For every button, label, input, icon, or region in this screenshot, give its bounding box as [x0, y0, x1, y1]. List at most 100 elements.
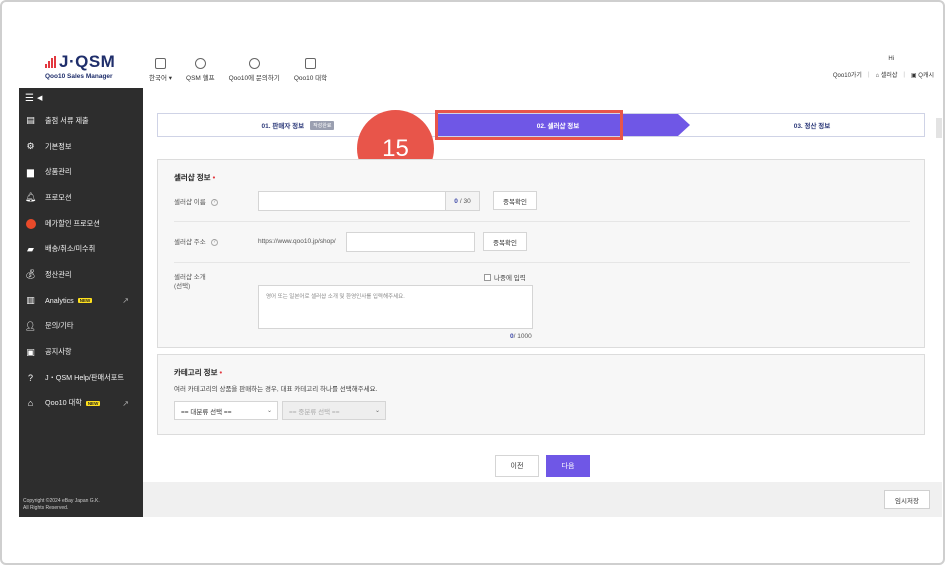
shop-address-dup-check-button[interactable]: 중복확인	[483, 232, 527, 251]
university-label: Qoo10 대학	[293, 75, 328, 82]
sidebar-item-university[interactable]: ⌂ Qoo10 대학 NEW ↗	[19, 391, 143, 417]
copyright-line: All Rights Reserved.	[23, 504, 69, 511]
document-icon: ▤	[26, 115, 35, 126]
shop-name-input[interactable]	[258, 191, 446, 211]
sidebar: ☰ ◀ ▤ 출점 서류 제출 ⚙ 기본정보 ▆ 상품관리 🔔︎ 프로모션 메가할인 프로모…	[19, 88, 143, 517]
sidebar-item-shipping[interactable]: ▰ 배송/취소/미수취	[19, 236, 143, 262]
required-mark: •	[212, 173, 216, 182]
logo-name: J·QSM	[59, 52, 116, 71]
checkbox-box	[484, 273, 491, 281]
logo-wordmark: J·QSM	[45, 52, 145, 72]
chat-icon	[248, 58, 260, 69]
sidebar-item-label: Analytics	[45, 296, 74, 306]
sidebar-item-settlement[interactable]: 💰︎ 정산관리	[19, 262, 143, 288]
shop-name-row: 셀러샵 이름? 0/ 30 중복확인	[174, 188, 910, 222]
shop-intro-optional: (선택)	[174, 283, 191, 290]
app-window: J·QSM Qoo10 Sales Manager 한국어 ▾ QSM 헬프 Q…	[19, 42, 942, 517]
menu-icon: ☰	[25, 92, 34, 104]
external-link-icon: ↗	[122, 296, 129, 306]
sidebar-toggle-button[interactable]: ☰ ◀	[19, 88, 143, 108]
sidebar-item-inquiry[interactable]: 👤︎ 문의/기타	[19, 314, 143, 340]
contact-qoo10-link[interactable]: Qoo10에 문의하기	[229, 58, 280, 82]
shop-intro-row: 셀러샵 소개 (선택) 나중에 입력 영어 또는 일본어로 셀러샵 소개 및 환…	[174, 263, 910, 347]
logo-subtitle: Qoo10 Sales Manager	[45, 73, 113, 80]
screenshot-frame: J·QSM Qoo10 Sales Manager 한국어 ▾ QSM 헬프 Q…	[0, 0, 945, 565]
sidebar-item-label: 출점 서류 제출	[45, 115, 89, 125]
sidebar-item-label: 정산관리	[45, 269, 72, 279]
shop-address-label: 셀러샵 주소?	[174, 238, 218, 247]
shop-intro-label-line: 셀러샵 소개	[174, 274, 206, 281]
sidebar-item-mega-promotion[interactable]: 메가할인 프로모션	[19, 211, 143, 237]
language-label: 한국어 ▾	[149, 75, 173, 82]
mega-icon	[25, 218, 36, 229]
next-button[interactable]: 다음	[546, 455, 590, 477]
new-badge: NEW	[77, 298, 93, 304]
sidebar-item-basic-info[interactable]: ⚙ 기본정보	[19, 134, 143, 160]
shop-name-dup-check-button[interactable]: 중복확인	[493, 191, 537, 210]
sidebar-item-label: 공지사항	[45, 347, 72, 357]
external-link-icon: ↗	[122, 398, 129, 408]
bell-icon: 🔔︎	[24, 192, 37, 203]
main-category-select[interactable]: == 대분류 선택 == ⌄	[174, 401, 278, 420]
step-label: 01. 판매자 정보	[261, 123, 305, 130]
notice-icon: ▣	[26, 346, 35, 357]
chart-icon: ▥	[26, 295, 35, 306]
step-settlement-info[interactable]: 03. 정산 정보	[698, 114, 926, 136]
sidebar-item-label: J・QSM Help/판매서포트	[45, 372, 124, 382]
seller-shop-link[interactable]: ⌂ 셀러샵	[876, 70, 898, 79]
collapse-arrow-icon: ◀	[36, 95, 43, 102]
copyright-line: Copyright ©2024 eBay Japan G.K.	[23, 498, 100, 504]
sidebar-item-promotion[interactable]: 🔔︎ 프로모션	[19, 185, 143, 211]
highlight-box	[435, 110, 623, 140]
sidebar-item-label: 상품관리	[45, 167, 72, 177]
help-icon[interactable]: ?	[210, 198, 218, 206]
shop-intro-counter: 0/ 1000	[510, 333, 532, 340]
panel-title: 셀러샵 정보 •	[174, 172, 215, 183]
panel-title: 카테고리 정보 •	[174, 367, 222, 378]
shop-intro-label: 셀러샵 소개 (선택)	[174, 273, 206, 291]
select-value: == 대분류 선택 ==	[181, 408, 232, 416]
sidebar-item-label: Qoo10 대학	[45, 398, 82, 408]
chevron-down-icon: ⌄	[266, 408, 272, 414]
category-description: 여러 카테고리의 상품을 판매하는 경우, 대표 카테고리 하나를 선택해주세요…	[174, 386, 378, 393]
shop-name-counter: 0/ 30	[446, 191, 480, 211]
money-bag-icon: 💰︎	[24, 269, 37, 280]
q-cash-link[interactable]: ▣ Q캐시	[911, 70, 934, 79]
gear-icon: ⚙	[26, 141, 35, 152]
shop-url-prefix: https://www.qoo10.jp/shop/	[258, 238, 336, 245]
shop-title: 셀러샵 정보	[174, 173, 211, 182]
seller-shop-label: 셀러샵	[880, 73, 898, 79]
scrollbar[interactable]	[936, 118, 942, 138]
seller-shop-info-panel: 셀러샵 정보 • 셀러샵 이름? 0/ 30 중복확인 셀러샵 주소? https…	[157, 159, 925, 348]
qoo10-university-link[interactable]: Qoo10 대학	[294, 58, 327, 82]
step-label: 03. 정산 정보	[793, 123, 831, 130]
qsm-logo[interactable]: J·QSM Qoo10 Sales Manager	[45, 52, 145, 80]
school-icon	[304, 58, 316, 69]
temp-save-button[interactable]: 임시저장	[884, 490, 930, 509]
prev-button[interactable]: 이전	[495, 455, 539, 477]
top-header: J·QSM Qoo10 Sales Manager 한국어 ▾ QSM 헬프 Q…	[19, 42, 942, 88]
goto-qoo10-link[interactable]: Qoo10가기	[833, 70, 862, 79]
later-input-checkbox[interactable]: 나중에 입력	[484, 272, 526, 282]
main-content: 01. 판매자 정보 작성완료 02. 셀러샵 정보 03. 정산 정보 15 …	[143, 88, 942, 517]
help-icon[interactable]: ?	[210, 238, 218, 246]
sidebar-item-help[interactable]: ? J・QSM Help/판매서포트	[19, 365, 143, 391]
sidebar-item-notice[interactable]: ▣ 공지사항	[19, 339, 143, 365]
copyright: Copyright ©2024 eBay Japan G.K. All Righ…	[23, 498, 100, 511]
file-icon: ▆	[27, 166, 34, 177]
select-value: == 중분류 선택 ==	[289, 408, 340, 416]
language-selector[interactable]: 한국어 ▾	[149, 58, 172, 82]
sidebar-item-label: 기본정보	[45, 141, 72, 151]
logo-bars-icon	[45, 56, 56, 68]
sidebar-item-documents[interactable]: ▤ 출점 서류 제출	[19, 108, 143, 134]
required-mark: •	[219, 368, 223, 377]
later-input-label: 나중에 입력	[494, 275, 526, 282]
contact-label: Qoo10에 문의하기	[228, 75, 280, 82]
help-icon	[194, 58, 206, 69]
sidebar-item-products[interactable]: ▆ 상품관리	[19, 159, 143, 185]
sidebar-item-analytics[interactable]: ▥ Analytics NEW ↗	[19, 288, 143, 314]
shop-intro-textarea[interactable]: 영어 또는 일본어로 셀러샵 소개 및 환영인사를 입력해주세요.	[258, 285, 533, 329]
shop-address-input[interactable]	[346, 232, 475, 252]
qsm-help-link[interactable]: QSM 헬프	[186, 58, 215, 82]
shop-name-text: 셀러샵 이름	[174, 199, 206, 206]
